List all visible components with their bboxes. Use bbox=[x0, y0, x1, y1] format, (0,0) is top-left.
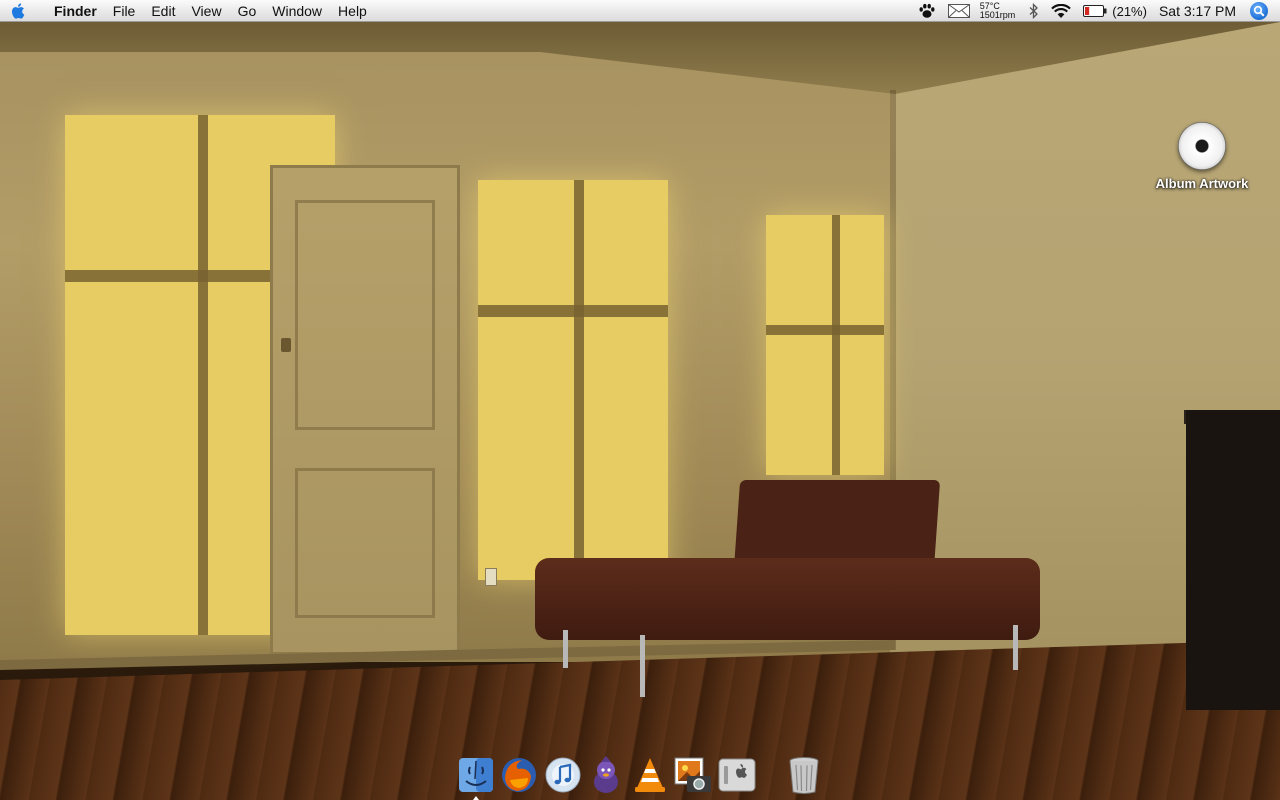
battery-icon bbox=[1083, 5, 1107, 17]
menu-view[interactable]: View bbox=[183, 0, 229, 22]
sofa-leg bbox=[640, 635, 645, 697]
desktop-icon-label: Album Artwork bbox=[1155, 176, 1249, 191]
sunlight-patch bbox=[478, 180, 668, 580]
window-shadow bbox=[832, 215, 840, 475]
dock-item-itunes[interactable] bbox=[543, 754, 582, 796]
menu-bar-left: Finder File Edit View Go Window Help bbox=[0, 0, 375, 22]
dock-item-firefox[interactable] bbox=[499, 754, 538, 796]
menu-clock[interactable]: Sat 3:17 PM bbox=[1153, 3, 1244, 19]
dock-item-adium[interactable] bbox=[586, 754, 625, 796]
adium-icon bbox=[594, 756, 619, 793]
apple-menu-button[interactable] bbox=[0, 0, 38, 22]
door-panel bbox=[295, 200, 435, 430]
dock-item-preview[interactable] bbox=[673, 754, 713, 796]
paw-icon bbox=[919, 3, 935, 18]
door-panel bbox=[295, 468, 435, 618]
sofa-seat bbox=[535, 558, 1040, 640]
dock-item-vlc[interactable] bbox=[630, 754, 669, 796]
growl-menu-extra[interactable] bbox=[912, 0, 942, 22]
spotlight-button[interactable] bbox=[1250, 2, 1268, 20]
firefox-icon bbox=[502, 758, 537, 792]
dock-item-system-preferences[interactable] bbox=[717, 754, 756, 796]
vlc-icon bbox=[634, 758, 665, 792]
dock-item-finder[interactable] bbox=[456, 754, 495, 800]
battery-menu-extra[interactable]: (21%) bbox=[1077, 0, 1153, 22]
desktop-icon-album-artwork[interactable]: Album Artwork bbox=[1148, 122, 1256, 191]
wallpaper-door bbox=[270, 165, 460, 655]
itunes-icon bbox=[545, 757, 581, 793]
battery-percent: (21%) bbox=[1112, 3, 1147, 19]
finder-icon bbox=[458, 758, 493, 792]
menu-go[interactable]: Go bbox=[230, 0, 265, 22]
preview-icon bbox=[674, 757, 712, 792]
bluetooth-icon bbox=[1029, 3, 1039, 19]
spotlight-icon bbox=[1253, 5, 1265, 17]
sofa-leg bbox=[563, 630, 568, 668]
menu-window[interactable]: Window bbox=[264, 0, 330, 22]
menu-bar: Finder File Edit View Go Window Help 57°… bbox=[0, 0, 1280, 22]
dock-item-trash[interactable] bbox=[785, 754, 824, 796]
trash-icon bbox=[789, 757, 819, 794]
sofa-leg bbox=[1013, 625, 1018, 670]
apple-icon bbox=[11, 2, 25, 19]
sofa-backrest bbox=[733, 480, 941, 570]
airport-menu-extra[interactable] bbox=[1045, 0, 1077, 22]
menu-app-name[interactable]: Finder bbox=[38, 0, 105, 22]
menu-bar-status-area: 57°C 1501rpm (21%) Sat 3:17 PM bbox=[912, 0, 1280, 22]
running-indicator bbox=[472, 796, 479, 800]
window-shadow bbox=[766, 325, 884, 335]
temperature-monitor[interactable]: 57°C 1501rpm bbox=[976, 2, 1024, 20]
menu-help[interactable]: Help bbox=[330, 0, 375, 22]
wifi-icon bbox=[1051, 3, 1072, 18]
fireplace bbox=[1186, 410, 1280, 710]
cd-icon bbox=[1178, 122, 1226, 170]
fan-speed-value: 1501rpm bbox=[979, 10, 1016, 20]
window-shadow bbox=[478, 305, 668, 317]
menu-file[interactable]: File bbox=[105, 0, 144, 22]
mail-menu-extra[interactable] bbox=[942, 0, 976, 22]
sunlight-patch bbox=[766, 215, 884, 475]
dock bbox=[452, 752, 828, 800]
mail-icon bbox=[947, 4, 970, 18]
door-knob bbox=[281, 338, 291, 352]
wall-outlet bbox=[485, 568, 497, 586]
window-shadow bbox=[198, 115, 208, 635]
system-preferences-icon bbox=[718, 758, 756, 792]
desktop-wallpaper bbox=[0, 0, 1280, 800]
bluetooth-menu-extra[interactable] bbox=[1023, 0, 1045, 22]
menu-edit[interactable]: Edit bbox=[143, 0, 183, 22]
window-shadow bbox=[574, 180, 584, 580]
